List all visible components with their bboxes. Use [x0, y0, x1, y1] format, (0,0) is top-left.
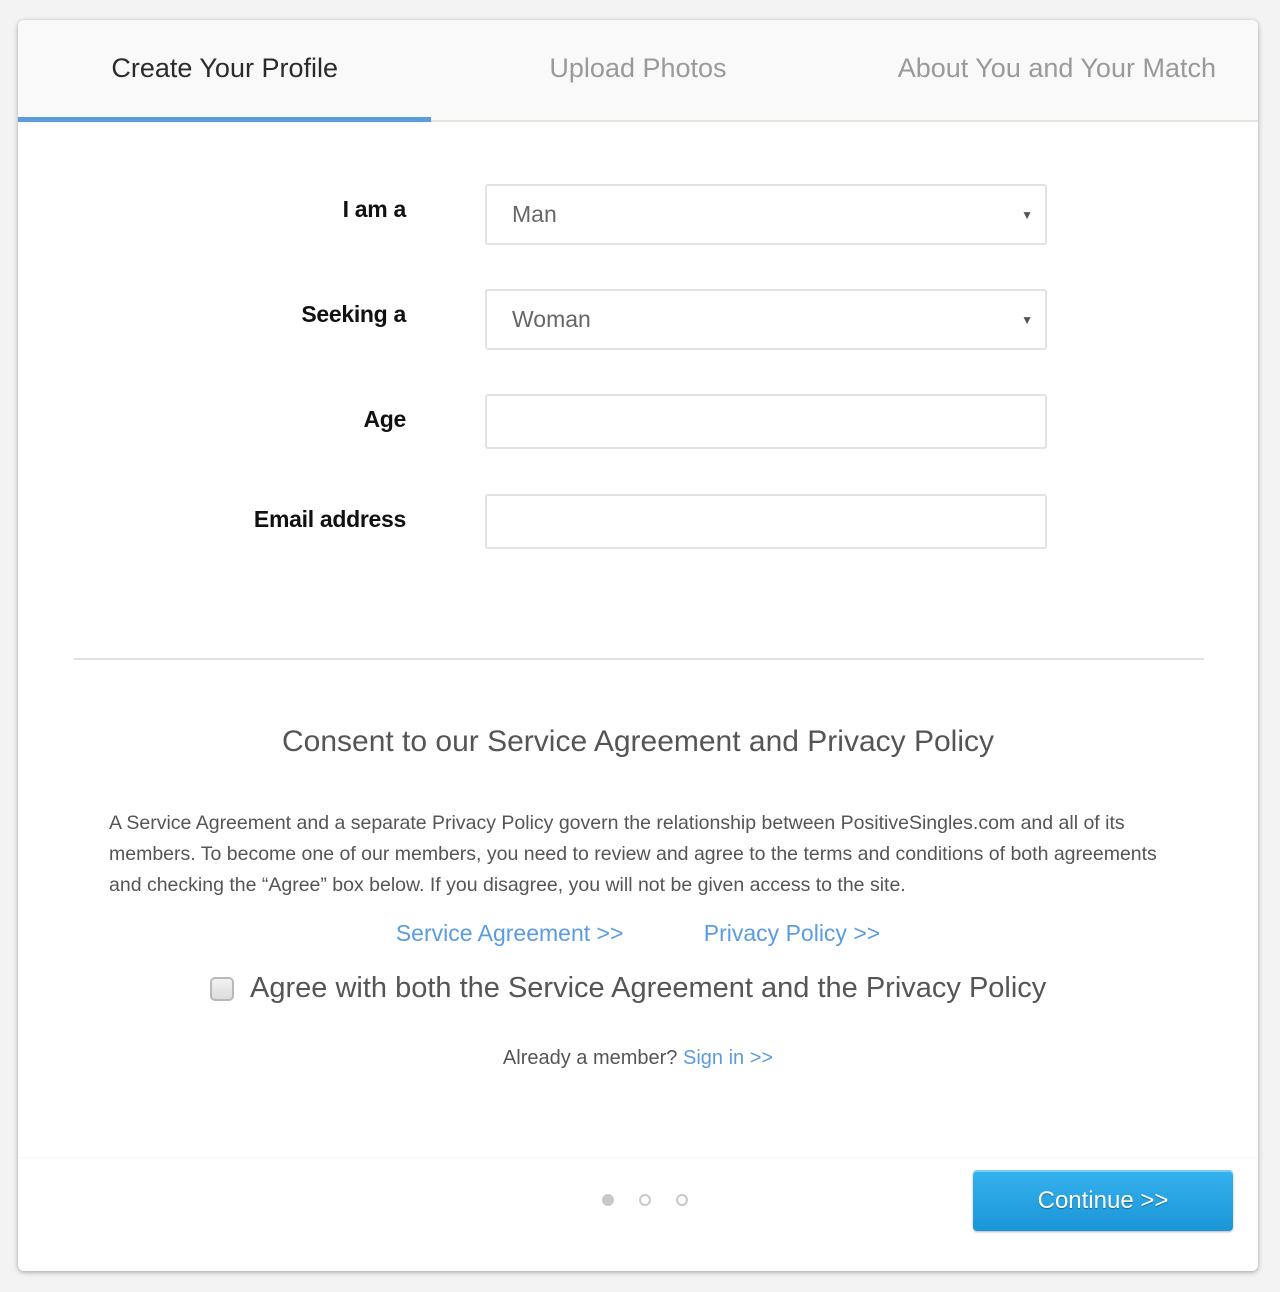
- privacy-policy-link[interactable]: Privacy Policy >>: [704, 920, 880, 946]
- step-tabs: Create Your Profile Upload Photos About …: [18, 20, 1258, 122]
- age-label: Age: [363, 406, 406, 432]
- gender-select[interactable]: Man ▼: [485, 184, 1047, 245]
- agree-row: Agree with both the Service Agreement an…: [210, 972, 1046, 1005]
- already-member-row: Already a member? Sign in >>: [18, 1047, 1258, 1070]
- seeking-select[interactable]: Woman ▼: [485, 289, 1047, 350]
- tab-upload-photos[interactable]: Upload Photos: [431, 20, 844, 120]
- caret-down-icon: ▼: [1021, 312, 1033, 327]
- email-row: Email address: [18, 494, 1258, 554]
- already-member-text: Already a member?: [502, 1047, 678, 1069]
- signup-card: Create Your Profile Upload Photos About …: [18, 20, 1258, 1271]
- step-dot-2: [639, 1194, 651, 1206]
- section-divider: [74, 658, 1204, 660]
- agree-label[interactable]: Agree with both the Service Agreement an…: [250, 972, 1046, 1005]
- tab-about-you-and-match[interactable]: About You and Your Match: [845, 20, 1258, 120]
- policy-links: Service Agreement >> Privacy Policy >>: [18, 920, 1258, 947]
- age-input[interactable]: [485, 394, 1047, 449]
- tab-create-profile[interactable]: Create Your Profile: [18, 20, 432, 122]
- caret-down-icon: ▼: [1021, 207, 1033, 222]
- tab-label: Create Your Profile: [111, 52, 338, 83]
- age-row: Age: [18, 394, 1258, 454]
- form-footer: Continue >>: [18, 1157, 1258, 1271]
- step-dot-1: [602, 1194, 614, 1206]
- service-agreement-link[interactable]: Service Agreement >>: [396, 920, 624, 946]
- consent-heading: Consent to our Service Agreement and Pri…: [281, 725, 995, 758]
- seeking-row: Seeking a Woman ▼: [18, 289, 1258, 350]
- seeking-select-value: Woman: [512, 306, 591, 332]
- seeking-label: Seeking a: [301, 301, 406, 327]
- continue-button[interactable]: Continue >>: [973, 1170, 1233, 1231]
- tab-label: Upload Photos: [549, 52, 727, 83]
- step-indicator: [602, 1194, 688, 1206]
- sign-in-link[interactable]: Sign in >>: [683, 1047, 773, 1069]
- gender-select-value: Man: [512, 201, 557, 227]
- gender-row: I am a Man ▼: [18, 184, 1258, 245]
- gender-label: I am a: [342, 196, 407, 222]
- step-dot-3: [676, 1194, 688, 1206]
- agree-checkbox[interactable]: [210, 976, 234, 1001]
- email-input[interactable]: [485, 494, 1047, 549]
- consent-text: A Service Agreement and a separate Priva…: [109, 812, 1157, 896]
- tab-label: About You and Your Match: [897, 52, 1216, 83]
- email-label: Email address: [253, 506, 406, 532]
